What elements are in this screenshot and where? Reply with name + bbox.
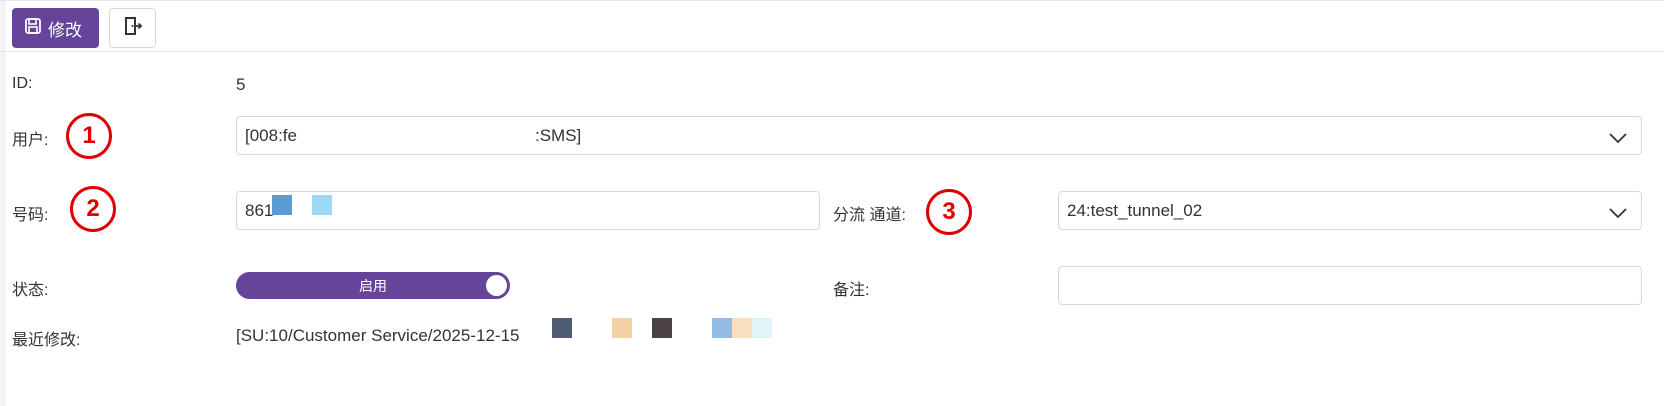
channel-value: 24:test_tunnel_02 xyxy=(1067,200,1203,220)
id-label: ID: xyxy=(12,75,33,92)
last-modified-value: [SU:10/Customer Service/2025-12-15 xyxy=(236,326,520,345)
redaction-block xyxy=(752,318,772,338)
remark-label: 备注: xyxy=(833,282,870,299)
redaction-block xyxy=(552,318,572,338)
id-value: 5 xyxy=(236,75,246,94)
channel-label: 分流 通道: xyxy=(833,207,906,224)
left-edge xyxy=(0,0,6,406)
toolbar: 修改 xyxy=(0,0,1664,52)
redaction-block xyxy=(732,318,752,338)
annotation-marker-1: 1 xyxy=(66,113,112,159)
save-button-label: 修改 xyxy=(48,20,82,40)
remark-input[interactable] xyxy=(1058,266,1642,305)
redaction-block xyxy=(272,195,292,215)
user-select[interactable]: [008:fe :SMS] xyxy=(236,116,1642,155)
status-toggle-label: 启用 xyxy=(359,277,387,294)
status-toggle[interactable]: 启用 xyxy=(236,272,510,299)
save-icon xyxy=(24,17,48,40)
exit-door-icon xyxy=(123,16,143,41)
channel-select[interactable]: 24:test_tunnel_02 xyxy=(1058,191,1642,230)
user-select-value-start: [008:fe xyxy=(245,125,297,145)
phone-value: 861 xyxy=(245,200,274,220)
exit-button[interactable] xyxy=(109,8,156,48)
annotation-marker-3: 3 xyxy=(926,189,972,235)
redaction-block xyxy=(312,195,332,215)
toggle-knob xyxy=(486,275,507,296)
redaction-block xyxy=(612,318,632,338)
last-modified-label: 最近修改: xyxy=(12,332,81,349)
status-label: 状态: xyxy=(12,282,49,299)
phone-label: 号码: xyxy=(12,207,49,224)
chevron-down-icon xyxy=(1609,204,1627,224)
save-button[interactable]: 修改 xyxy=(12,8,99,48)
redaction-block xyxy=(712,318,732,338)
user-select-value-end: :SMS] xyxy=(535,125,582,145)
chevron-down-icon xyxy=(1609,129,1627,149)
annotation-marker-2: 2 xyxy=(70,186,116,232)
user-label: 用户: xyxy=(12,132,49,149)
redaction-block xyxy=(652,318,672,338)
